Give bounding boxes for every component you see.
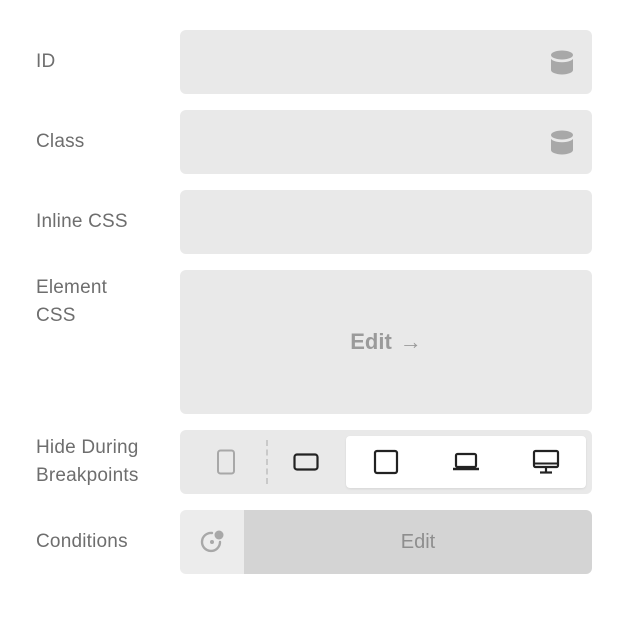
database-icon[interactable] (550, 50, 574, 76)
conditions-label: Conditions (36, 531, 128, 552)
class-label: Class (36, 131, 85, 152)
breakpoint-mobile-portrait[interactable] (186, 436, 266, 488)
element-css-box[interactable]: Edit → (180, 270, 592, 414)
conditions-edit-button[interactable]: Edit (244, 510, 592, 574)
class-input[interactable] (180, 110, 592, 174)
database-icon[interactable] (550, 130, 574, 156)
desktop-icon (532, 449, 560, 474)
breakpoints-selector (180, 430, 592, 494)
id-label: ID (36, 51, 56, 72)
inline-css-label: Inline CSS (36, 211, 128, 232)
breakpoints-label-line2: Breakpoints (36, 465, 139, 486)
element-css-edit-label: Edit (350, 329, 392, 354)
breakpoint-desktop[interactable] (506, 436, 586, 488)
conditions-control: Edit (180, 510, 592, 574)
phone-portrait-icon (217, 449, 235, 475)
phone-landscape-icon (293, 453, 319, 471)
element-css-label-line2: CSS (36, 305, 76, 326)
breakpoint-tablet[interactable] (346, 436, 426, 488)
breakpoint-laptop[interactable] (426, 436, 506, 488)
tablet-icon (373, 449, 399, 475)
arrow-right-icon: → (399, 329, 422, 354)
breakpoints-label-line1: Hide During (36, 437, 139, 458)
conditions-icon (200, 530, 224, 553)
breakpoints-label: Hide During Breakpoints (36, 434, 166, 490)
laptop-icon (453, 452, 479, 471)
element-css-label: Element CSS (36, 274, 166, 330)
element-css-edit-button[interactable]: Edit → (180, 270, 592, 414)
inline-css-input[interactable] (180, 190, 592, 254)
element-css-label-line1: Element (36, 277, 108, 298)
breakpoint-mobile-landscape[interactable] (266, 436, 346, 488)
id-input[interactable] (180, 30, 592, 94)
conditions-icon-button[interactable] (180, 510, 244, 574)
